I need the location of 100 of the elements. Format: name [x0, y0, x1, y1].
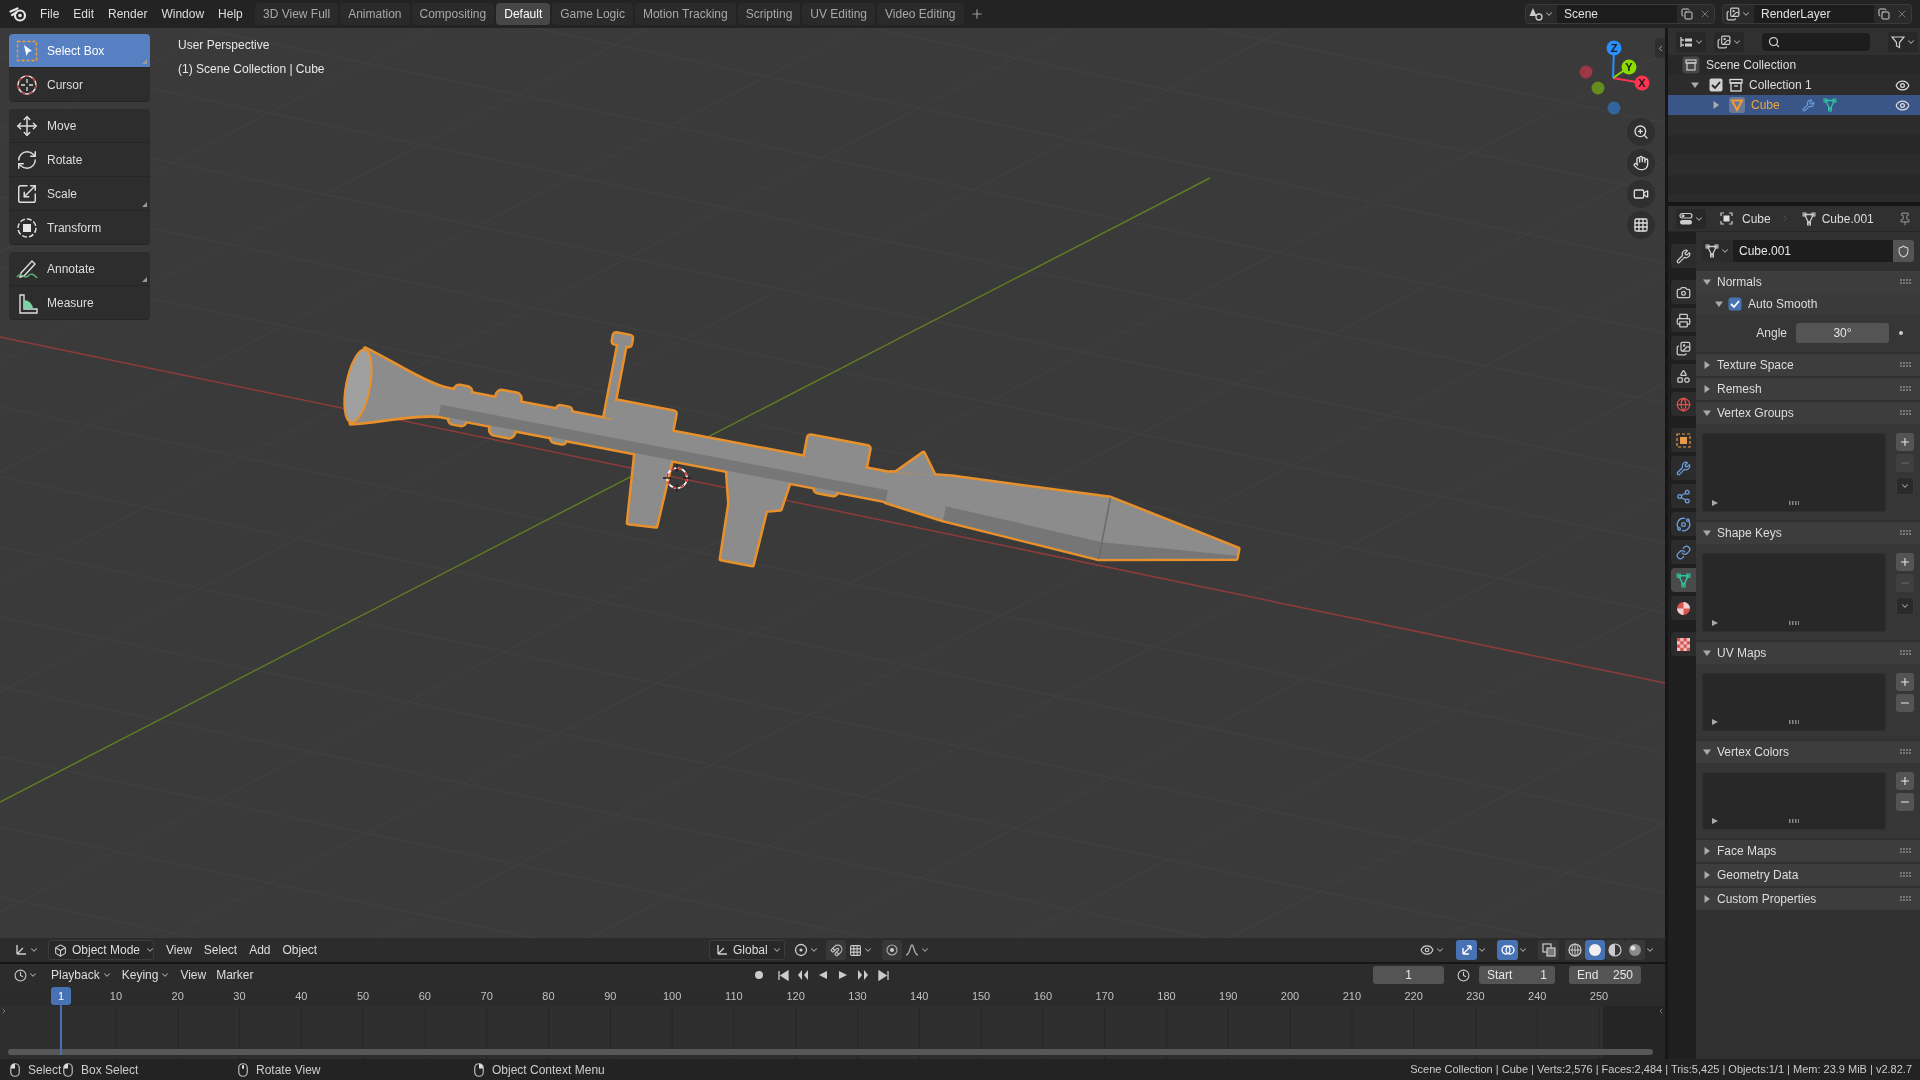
properties-tab[interactable]	[1671, 244, 1696, 268]
workspace-tab[interactable]: Game Logic	[552, 3, 633, 25]
panel-header[interactable]: Vertex Colors	[1696, 741, 1920, 763]
panel-header[interactable]: UV Maps	[1696, 642, 1920, 664]
editor-type-button[interactable]	[1676, 208, 1706, 229]
display-mode-dropdown[interactable]	[1676, 31, 1706, 52]
shading-mode-button[interactable]	[1625, 940, 1645, 960]
view-layer-name-field[interactable]: RenderLayer	[1754, 5, 1874, 23]
checkbox-icon[interactable]	[1709, 78, 1723, 92]
tool-button[interactable]: Measure	[9, 286, 150, 320]
menu-item[interactable]: View	[175, 965, 212, 985]
workspace-tab[interactable]: Default	[496, 3, 551, 25]
snap-toggle[interactable]	[826, 940, 846, 960]
panel-header[interactable]: Geometry Data	[1696, 864, 1920, 886]
menu-item[interactable]: Marker	[211, 965, 259, 985]
overlays-toggle[interactable]	[1497, 940, 1518, 960]
remove-item-button[interactable]	[1896, 694, 1914, 712]
timeline-scrollbar[interactable]	[8, 1049, 1653, 1055]
pan-button[interactable]	[1627, 149, 1655, 177]
subpanel-header[interactable]: Auto Smooth	[1696, 293, 1920, 315]
fake-user-button[interactable]	[1893, 240, 1914, 262]
panel-header[interactable]: Vertex Groups	[1696, 402, 1920, 424]
panel-header[interactable]: Normals	[1696, 271, 1920, 293]
negative-axis-dot-icon[interactable]	[1607, 101, 1621, 115]
properties-tab[interactable]	[1671, 484, 1696, 508]
add-item-button[interactable]	[1896, 553, 1914, 571]
properties-tab[interactable]	[1671, 632, 1696, 656]
negative-axis-dot-icon[interactable]	[1579, 65, 1593, 79]
menu-item[interactable]: Object	[276, 940, 324, 960]
panel-header[interactable]: Remesh	[1696, 378, 1920, 400]
menu-item[interactable]: Playback	[46, 965, 117, 985]
outliner-row[interactable]: Scene Collection	[1668, 55, 1920, 75]
panel-header[interactable]: Texture Space	[1696, 354, 1920, 376]
outliner-row[interactable]: Collection 1	[1668, 75, 1920, 95]
outliner-row[interactable]: Cube	[1668, 95, 1920, 115]
panel-header[interactable]: Custom Properties	[1696, 888, 1920, 910]
search-field[interactable]	[1762, 32, 1870, 51]
shading-mode-button[interactable]	[1585, 940, 1605, 960]
properties-tab[interactable]	[1671, 568, 1696, 592]
properties-tab[interactable]	[1671, 364, 1696, 388]
preview-range-toggle[interactable]	[1455, 966, 1471, 984]
tool-button[interactable]: Select Box	[9, 34, 150, 68]
tool-button[interactable]: Annotate	[9, 252, 150, 286]
axis-handle[interactable]: Z	[1606, 40, 1622, 79]
current-frame-field[interactable]: 1	[1373, 966, 1444, 984]
properties-tab[interactable]	[1671, 540, 1696, 564]
gizmo-toggle[interactable]	[1456, 940, 1477, 960]
filter-dropdown[interactable]	[1888, 31, 1918, 52]
zoom-button[interactable]	[1627, 118, 1655, 146]
menu-item[interactable]: Add	[243, 940, 277, 960]
checkbox-icon[interactable]	[1728, 297, 1742, 311]
workspace-tab[interactable]: Motion Tracking	[634, 3, 736, 25]
workspace-tab[interactable]: UV Editing	[802, 3, 876, 25]
workspace-tab[interactable]: Video Editing	[877, 3, 964, 25]
shading-mode-button[interactable]	[1605, 940, 1625, 960]
menu-item[interactable]: View	[160, 940, 198, 960]
end-frame-field[interactable]: End 250	[1569, 966, 1641, 984]
mode-dropdown[interactable]: Object Mode	[48, 940, 154, 960]
add-item-button[interactable]	[1896, 772, 1914, 790]
eye-icon[interactable]	[1895, 97, 1910, 113]
sidebar-toggle-button[interactable]	[1655, 38, 1665, 58]
camera-view-button[interactable]	[1627, 180, 1655, 208]
projection-toggle-button[interactable]	[1627, 211, 1655, 239]
tool-button[interactable]: Rotate	[9, 143, 150, 177]
scene-name-field[interactable]: Scene	[1557, 5, 1677, 23]
properties-tab[interactable]	[1671, 456, 1696, 480]
workspace-tab[interactable]: Animation	[340, 3, 410, 25]
menu-item[interactable]: Edit	[66, 3, 102, 25]
disclosure-triangle-icon[interactable]	[1691, 81, 1699, 89]
orientation-dropdown[interactable]: Global	[709, 940, 785, 960]
properties-tab[interactable]	[1671, 336, 1696, 360]
tool-button[interactable]: Transform	[9, 211, 150, 245]
start-frame-field[interactable]: Start 1	[1479, 966, 1555, 984]
panel-header[interactable]: Shape Keys	[1696, 522, 1920, 544]
properties-tab[interactable]	[1671, 428, 1696, 452]
menu-item[interactable]: Keying	[116, 965, 176, 985]
menu-item[interactable]: Select	[197, 940, 244, 960]
tool-button[interactable]: Move	[9, 109, 150, 143]
add-item-button[interactable]	[1896, 673, 1914, 691]
axis-handle[interactable]: X	[1612, 75, 1650, 91]
properties-tab[interactable]	[1671, 596, 1696, 620]
disclosure-triangle-icon[interactable]	[1712, 101, 1720, 109]
panel-header[interactable]: Face Maps	[1696, 840, 1920, 862]
menu-item[interactable]: Window	[154, 3, 212, 25]
tool-button[interactable]: Scale	[9, 177, 150, 211]
proportional-edit-toggle[interactable]	[882, 940, 902, 960]
mesh-name-field[interactable]: Cube.001	[1733, 240, 1893, 262]
negative-axis-dot-icon[interactable]	[1591, 81, 1605, 95]
workspace-tab[interactable]: 3D View Full	[255, 3, 339, 25]
menu-item[interactable]: Render	[101, 3, 155, 25]
workspace-tab[interactable]: Compositing	[411, 3, 495, 25]
mesh-browse-button[interactable]	[1702, 240, 1733, 262]
angle-field[interactable]: 30°	[1796, 323, 1889, 343]
eye-icon[interactable]	[1895, 77, 1910, 93]
add-item-button[interactable]	[1896, 433, 1914, 451]
properties-tab[interactable]	[1671, 308, 1696, 332]
menu-item[interactable]: Help	[211, 3, 250, 25]
properties-tab[interactable]	[1671, 512, 1696, 536]
menu-item[interactable]: File	[33, 3, 67, 25]
workspace-tab[interactable]: Scripting	[737, 3, 801, 25]
